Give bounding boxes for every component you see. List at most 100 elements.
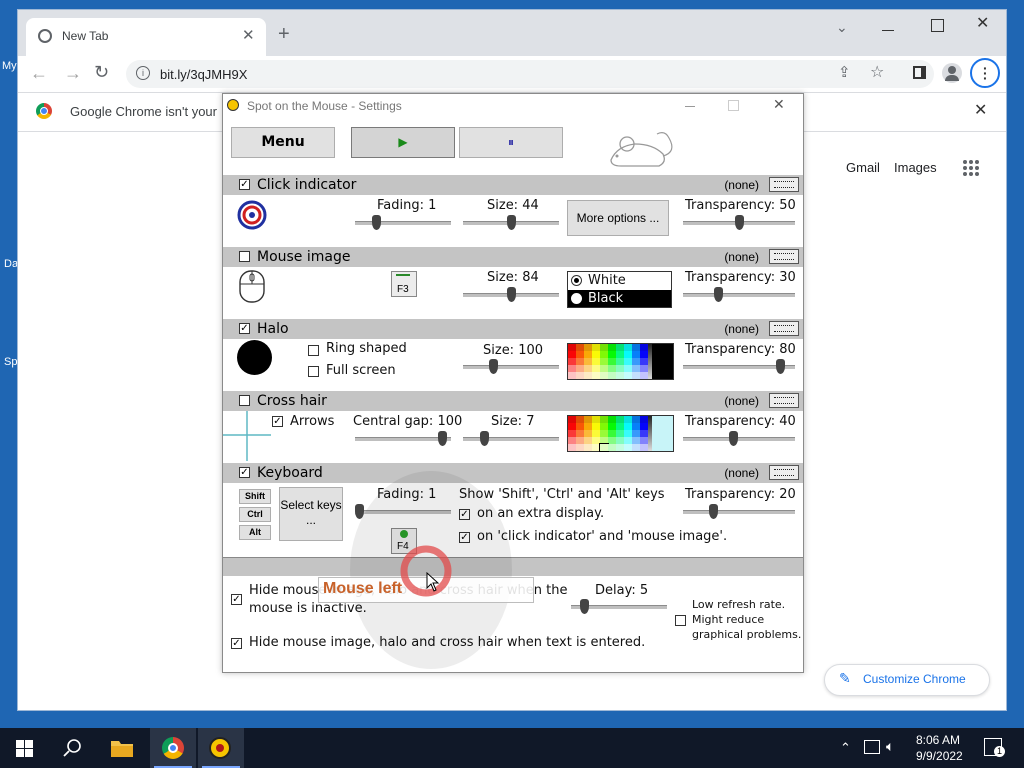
new-tab-plus-icon[interactable]: + [278,24,290,44]
clock-time[interactable]: 8:06 AM [916,733,960,747]
palette-swatch[interactable] [576,358,584,365]
pause-button[interactable]: ⏸ [459,127,563,158]
network-icon[interactable] [864,740,880,754]
palette-swatch[interactable] [592,437,600,444]
infobar-close-icon[interactable]: ✕ [974,103,987,119]
back-arrow-icon[interactable]: ← [30,64,48,82]
palette-swatch[interactable] [576,372,584,379]
volume-icon[interactable]: 🔈︎ [886,738,894,755]
palette-swatch[interactable] [592,416,600,423]
palette-swatch[interactable] [600,416,608,423]
palette-swatch[interactable] [616,344,624,351]
palette-swatch[interactable] [608,437,616,444]
palette-swatch[interactable] [616,358,624,365]
reload-icon[interactable]: ↻ [94,63,109,81]
chrome-menu-button[interactable]: · · · [970,58,1000,88]
palette-swatch[interactable] [600,372,608,379]
palette-swatch[interactable] [584,344,592,351]
palette-swatch[interactable] [584,365,592,372]
palette-swatch[interactable] [616,372,624,379]
cross-hair-checkbox[interactable] [239,395,250,406]
palette-swatch[interactable] [640,365,648,372]
palette-swatch[interactable] [624,365,632,372]
menu-button[interactable]: Menu [231,127,335,158]
black-option[interactable]: Black [568,290,671,307]
palette-swatch[interactable] [600,437,608,444]
keyboard-shortcut-button[interactable] [769,177,799,192]
palette-swatch[interactable] [584,444,592,451]
customize-chrome-button[interactable]: ✎ Customize Chrome [824,664,990,696]
palette-swatch[interactable] [592,365,600,372]
tab-new-tab[interactable]: New Tab ✕ [26,18,266,56]
palette-swatch[interactable] [600,358,608,365]
slider-thumb[interactable] [480,431,489,446]
palette-swatch[interactable] [632,423,640,430]
palette-swatch[interactable] [584,416,592,423]
slider-thumb[interactable] [489,359,498,374]
delay-slider[interactable] [571,599,667,614]
palette-swatch[interactable] [576,430,584,437]
palette-swatch[interactable] [592,430,600,437]
palette-swatch[interactable] [624,430,632,437]
keyboard-shortcut-button[interactable] [769,393,799,408]
notification-icon[interactable]: 1 [984,738,1005,757]
keyboard-shortcut-button[interactable] [769,249,799,264]
palette-swatch[interactable] [584,351,592,358]
palette-swatch[interactable] [624,416,632,423]
slider-thumb[interactable] [729,431,738,446]
palette-swatch[interactable] [608,351,616,358]
palette-swatch[interactable] [616,444,624,451]
palette-swatch[interactable] [576,444,584,451]
close-window-icon[interactable]: ✕ [773,97,785,111]
palette-swatch[interactable] [608,423,616,430]
slider-thumb[interactable] [507,215,516,230]
palette-swatch[interactable] [616,365,624,372]
palette-swatch[interactable] [584,423,592,430]
palette-swatch[interactable] [624,444,632,451]
palette-swatch[interactable] [632,344,640,351]
palette-swatch[interactable] [616,416,624,423]
click-indicator-checkbox[interactable]: ✓ [239,179,250,190]
palette-swatch[interactable] [632,372,640,379]
keyboard-shortcut-button[interactable] [769,321,799,336]
address-bar[interactable]: i bit.ly/3qJMH9X ⇪ ☆ [126,60,934,88]
palette-swatch[interactable] [592,372,600,379]
palette-swatch[interactable] [640,351,648,358]
palette-swatch[interactable] [599,443,609,452]
palette-swatch[interactable] [584,358,592,365]
keyboard-shortcut-button[interactable] [769,465,799,480]
palette-swatch[interactable] [568,351,576,358]
palette-swatch[interactable] [584,437,592,444]
side-panel-icon[interactable] [913,66,926,79]
palette-swatch[interactable] [608,444,616,451]
size-slider[interactable] [463,431,559,446]
size-slider[interactable] [463,287,559,302]
palette-swatch[interactable] [640,344,648,351]
palette-swatch[interactable] [632,365,640,372]
slider-thumb[interactable] [709,504,718,519]
palette-swatch[interactable] [568,358,576,365]
share-icon[interactable]: ⇪ [838,65,851,80]
maximize-icon[interactable] [931,19,944,32]
palette-swatch[interactable] [600,430,608,437]
ring-shaped-checkbox[interactable] [308,345,319,356]
halo-color-palette[interactable] [567,343,674,380]
palette-swatch[interactable] [568,444,576,451]
apps-grid-icon[interactable] [962,159,980,177]
profile-avatar-icon[interactable] [942,63,962,83]
palette-swatch[interactable] [640,444,648,451]
palette-swatch[interactable] [568,423,576,430]
palette-swatch[interactable] [576,437,584,444]
palette-swatch[interactable] [592,344,600,351]
palette-swatch[interactable] [632,430,640,437]
palette-swatch[interactable] [632,358,640,365]
palette-swatch[interactable] [568,430,576,437]
slider-thumb[interactable] [438,431,447,446]
cross-color-palette[interactable] [567,415,674,452]
palette-swatch[interactable] [600,351,608,358]
palette-swatch[interactable] [568,437,576,444]
slider-thumb[interactable] [776,359,785,374]
transparency-slider[interactable] [683,504,795,519]
transparency-slider[interactable] [683,359,795,374]
desktop-icon-label[interactable]: Da [4,258,18,270]
